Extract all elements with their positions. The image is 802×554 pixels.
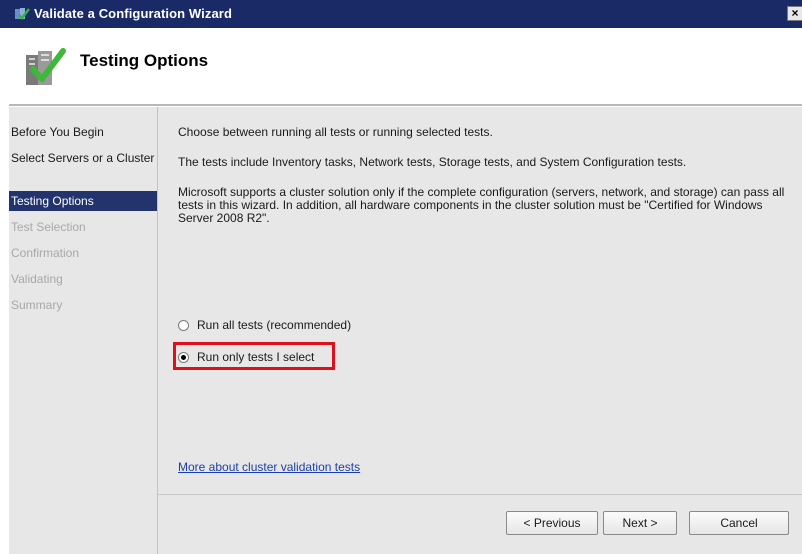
left-border [0,104,9,554]
nav-item-select-servers[interactable]: Select Servers or a Cluster [9,152,157,165]
button-bar: < Previous Next > Cancel [158,495,802,554]
nav-item-validating: Validating [11,272,63,286]
next-button[interactable]: Next > [603,511,677,535]
tests-info-text: The tests include Inventory tasks, Netwo… [178,155,687,169]
cluster-app-icon [15,8,30,20]
nav-item-testing-options[interactable]: Testing Options [9,191,157,211]
radio-label: Run all tests (recommended) [197,318,352,332]
title-bar[interactable]: Validate a Configuration Wizard × [0,0,802,28]
page-title: Testing Options [80,51,209,70]
highlight-box [173,342,335,370]
cancel-button[interactable]: Cancel [689,511,789,535]
wizard-window: Validate a Configuration Wizard × Testin… [0,0,802,554]
radio-run-all-tests[interactable]: Run all tests (recommended) [178,315,351,335]
nav-item-test-selection: Test Selection [11,220,86,234]
radio-button[interactable] [178,319,189,331]
wizard-step-nav: Before You Begin Select Servers or a Clu… [9,107,158,554]
previous-button[interactable]: < Previous [506,511,598,535]
close-icon: × [791,6,799,20]
nav-item-before-you-begin[interactable]: Before You Begin [9,126,157,139]
content-pane: Choose between running all tests or runn… [158,107,802,494]
more-about-validation-link[interactable]: More about cluster validation tests [178,460,360,474]
wizard-checkmark-icon [26,48,66,85]
nav-item-confirmation: Confirmation [11,246,80,260]
support-info-text: Microsoft supports a cluster solution on… [178,185,785,225]
close-button[interactable]: × [787,6,802,21]
wizard-header: Testing Options [0,28,802,104]
intro-text: Choose between running all tests or runn… [178,125,493,139]
window-title: Validate a Configuration Wizard [34,6,233,21]
nav-item-summary: Summary [11,298,63,312]
